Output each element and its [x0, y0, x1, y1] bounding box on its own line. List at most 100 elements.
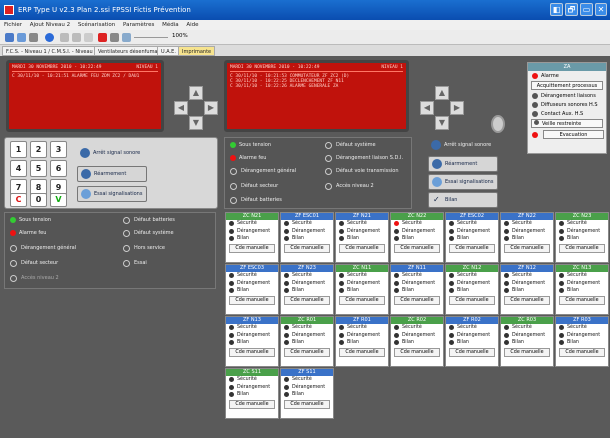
cde-manuelle-button[interactable]: Cde manuelle: [559, 295, 605, 305]
zone-label: Sécurité: [567, 273, 587, 279]
cde-manuelle-button[interactable]: Cde manuelle: [394, 295, 440, 305]
cde-manuelle-button[interactable]: Cde manuelle: [449, 347, 495, 357]
cde-manuelle-button[interactable]: Cde manuelle: [339, 295, 385, 305]
key-2[interactable]: 2: [30, 141, 47, 158]
arrow-right-icon[interactable]: ▶: [204, 101, 218, 115]
zone-row-bilan: Bilan: [336, 287, 388, 295]
key-1[interactable]: 1: [10, 141, 27, 158]
cde-manuelle-button[interactable]: Cde manuelle: [284, 347, 330, 357]
cde-manuelle-button[interactable]: Cde manuelle: [229, 399, 275, 409]
essai-button[interactable]: Essai signalisations: [77, 186, 147, 202]
rearmement-button[interactable]: Réarmement: [77, 166, 147, 182]
menu-aide[interactable]: Aide: [186, 22, 198, 28]
zone-label: Sécurité: [292, 325, 312, 331]
tab-fcs-cmsi[interactable]: F.C.S. - Niveau 1 / C.M.S.I. - Niveau 1: [2, 46, 102, 56]
tab-uae[interactable]: U.A.E.: [157, 46, 180, 56]
cde-manuelle-button[interactable]: Cde manuelle: [229, 243, 275, 253]
zone-row-bilan: Bilan: [226, 339, 278, 347]
cde-manuelle-button[interactable]: Cde manuelle: [339, 347, 385, 357]
arrow-left-icon[interactable]: ◀: [420, 101, 434, 115]
led-icon: [229, 273, 234, 279]
arrow-down-icon[interactable]: ▼: [435, 116, 449, 130]
pause-icon[interactable]: [110, 33, 119, 42]
zone-row-derangement: Dérangement: [226, 228, 278, 236]
cmsi-essai-button[interactable]: Essai signalisations: [428, 174, 498, 190]
led-icon: [284, 288, 289, 294]
cde-manuelle-button[interactable]: Cde manuelle: [284, 243, 330, 253]
zone-title: ZF R02: [446, 317, 498, 324]
key-0[interactable]: 0: [30, 193, 47, 207]
cde-manuelle-button[interactable]: Cde manuelle: [284, 399, 330, 409]
led-icon: [10, 230, 16, 236]
zoom-icon[interactable]: [122, 33, 131, 42]
tab-imprimante[interactable]: Imprimante: [178, 46, 216, 56]
key-3[interactable]: 3: [50, 141, 67, 158]
zone-label: Sécurité: [457, 325, 477, 331]
cde-manuelle-button[interactable]: Cde manuelle: [559, 347, 605, 357]
led-icon: [504, 228, 509, 234]
arret-signal-button[interactable]: Arrêt signal sonore: [77, 146, 147, 162]
arrow-up-icon[interactable]: ▲: [435, 86, 449, 100]
zone-label: Bilan: [292, 340, 304, 346]
zone-card: ZC N21 Sécurité Dérangement Bilan Cde manuel…: [225, 212, 279, 263]
save-icon[interactable]: [29, 33, 38, 42]
led-icon: [559, 273, 564, 279]
led-icon: [230, 155, 236, 161]
zone-label: Sécurité: [347, 273, 367, 279]
minimize-icon[interactable]: ▭: [580, 3, 593, 16]
maximize-icon[interactable]: 🗗: [565, 3, 578, 16]
zone-row-securite: Sécurité: [391, 324, 443, 332]
play-icon[interactable]: [72, 33, 81, 42]
menu-ajout-niveau[interactable]: Ajout Niveau 2: [30, 22, 70, 28]
arrow-down-icon[interactable]: ▼: [189, 116, 203, 130]
cde-manuelle-button[interactable]: Cde manuelle: [339, 243, 385, 253]
key-6[interactable]: 6: [50, 160, 67, 177]
veille-restreinte-button[interactable]: Veille restreinte: [531, 119, 603, 128]
menu-fichier[interactable]: Fichier: [4, 22, 22, 28]
zoom-slider[interactable]: [134, 37, 168, 38]
led-off-icon: [325, 141, 332, 149]
acquittement-button[interactable]: Acquittement processus: [531, 81, 603, 90]
cde-manuelle-button[interactable]: Cde manuelle: [394, 347, 440, 357]
bilan-button[interactable]: ✓ Bilan: [428, 192, 498, 208]
key-5[interactable]: 5: [30, 160, 47, 177]
record-icon[interactable]: [98, 33, 107, 42]
key-switch-icon[interactable]: [491, 115, 505, 133]
info-icon[interactable]: [45, 33, 54, 42]
close-icon[interactable]: ✕: [595, 3, 607, 16]
app-icon: [4, 5, 14, 15]
cde-manuelle-button[interactable]: Cde manuelle: [229, 347, 275, 357]
menu-parametres[interactable]: Paramètres: [123, 22, 154, 28]
zone-row-bilan: Bilan: [281, 235, 333, 243]
key-v[interactable]: V: [50, 193, 67, 207]
step-icon[interactable]: [84, 33, 93, 42]
cde-manuelle-button[interactable]: Cde manuelle: [449, 243, 495, 253]
zone-label: Dérangement: [457, 332, 491, 338]
new-icon[interactable]: [5, 33, 14, 42]
arrow-right-icon[interactable]: ▶: [450, 101, 464, 115]
cde-manuelle-button[interactable]: Cde manuelle: [394, 243, 440, 253]
menu-scenarisation[interactable]: Scénarisation: [78, 22, 115, 28]
cde-manuelle-button[interactable]: Cde manuelle: [284, 295, 330, 305]
cmsi-arret-signal-button[interactable]: Arrêt signal sonore: [428, 138, 498, 154]
arrow-up-icon[interactable]: ▲: [189, 86, 203, 100]
cmsi-rearmement-button[interactable]: Réarmement: [428, 156, 498, 172]
zone-row-derangement: Dérangement: [336, 228, 388, 236]
key-4[interactable]: 4: [10, 160, 27, 177]
key-c[interactable]: C: [10, 193, 27, 207]
cde-manuelle-button[interactable]: Cde manuelle: [504, 347, 550, 357]
menu-media[interactable]: Média: [162, 22, 179, 28]
stop-icon[interactable]: [60, 33, 69, 42]
cde-manuelle-button[interactable]: Cde manuelle: [449, 295, 495, 305]
cde-manuelle-button[interactable]: Cde manuelle: [559, 243, 605, 253]
cde-manuelle-button[interactable]: Cde manuelle: [229, 295, 275, 305]
evacuation-button[interactable]: Evacuation: [543, 130, 604, 139]
cde-manuelle-button[interactable]: Cde manuelle: [504, 295, 550, 305]
restore-icon[interactable]: ◧: [550, 3, 563, 16]
open-icon[interactable]: [17, 33, 26, 42]
zone-row-derangement: Dérangement: [281, 332, 333, 340]
arrow-left-icon[interactable]: ◀: [174, 101, 188, 115]
led-icon: [284, 384, 289, 390]
cde-manuelle-button[interactable]: Cde manuelle: [504, 243, 550, 253]
zone-card: ZF N22 Sécurité Dérangement Bilan Cde manuel…: [500, 212, 554, 263]
